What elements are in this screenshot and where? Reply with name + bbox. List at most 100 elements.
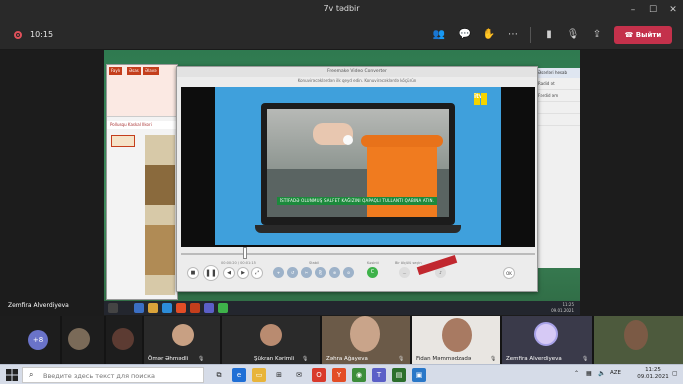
- shared-clock: 11:25 09.01.2021: [551, 302, 574, 314]
- ppt-tab-file[interactable]: Faylı: [109, 67, 122, 75]
- mic-off-icon: 🎙: [302, 356, 309, 362]
- taskbar-app-icon[interactable]: [134, 303, 144, 313]
- right-panel-row[interactable]: [535, 102, 580, 114]
- right-panel-row[interactable]: [535, 114, 580, 126]
- trash-bin-image: [361, 135, 443, 217]
- taskbar-app-icon[interactable]: [162, 303, 172, 313]
- minimize-icon[interactable]: –: [626, 3, 640, 17]
- chat-icon[interactable]: 💬: [458, 28, 472, 42]
- leave-button[interactable]: ☎ Выйти: [614, 26, 672, 44]
- network-icon[interactable]: ▦: [586, 370, 592, 377]
- scrubber-handle[interactable]: [243, 247, 247, 259]
- app-icon[interactable]: ▤: [392, 368, 406, 382]
- overflow-count[interactable]: +8: [28, 330, 48, 350]
- taskbar-app-icon[interactable]: [190, 303, 200, 313]
- task-view-icon[interactable]: ⧉: [212, 368, 226, 382]
- mic-off-icon: 🎙: [198, 356, 205, 362]
- format-select-icon[interactable]: …: [399, 267, 410, 278]
- ppt-tab-home[interactable]: Əsas: [127, 67, 141, 75]
- powerpoint-window: Faylı Əsas Əlavə Pollusqu Kaskal Ilkori: [106, 64, 178, 300]
- teams-icon[interactable]: T: [372, 368, 386, 382]
- video-feed: [624, 320, 648, 350]
- chrome-icon[interactable]: ◉: [352, 368, 366, 382]
- file-explorer-icon[interactable]: ▭: [252, 368, 266, 382]
- ok-button[interactable]: OK: [503, 267, 515, 279]
- presenter-name: Zemfira Alverdiyeva: [8, 302, 69, 309]
- participants-icon[interactable]: 👥: [432, 28, 446, 42]
- convert-icon[interactable]: C: [367, 267, 378, 278]
- camera-icon[interactable]: ▮: [542, 28, 556, 42]
- ppt-tab-insert[interactable]: Əlavə: [143, 67, 159, 75]
- avatar: [534, 322, 558, 346]
- edit-tool-icon[interactable]: ⊘: [343, 267, 354, 278]
- volume-icon[interactable]: 🔈: [598, 370, 605, 377]
- title-bar: 7v tədbir – ☐ ✕: [0, 0, 683, 20]
- app-icon[interactable]: ▣: [412, 368, 426, 382]
- converter-subtitle: Konuvirəcəklərdən ilk qeyd edin. Konuvir…: [297, 78, 417, 83]
- right-side-panel: Əsərləri hesab Radid ət Fərdid əm: [534, 68, 580, 268]
- fullscreen-icon[interactable]: ⤢: [251, 267, 263, 279]
- stop-icon[interactable]: ■: [187, 267, 199, 279]
- close-icon[interactable]: ✕: [666, 3, 680, 17]
- ppt-ribbon: Faylı Əsas Əlavə: [107, 65, 177, 117]
- edit-tool-icon[interactable]: ⌖: [273, 267, 284, 278]
- taskbar-app-icon[interactable]: [176, 303, 186, 313]
- taskbar-app-icon[interactable]: [148, 303, 158, 313]
- overflow-tile[interactable]: +8: [0, 316, 60, 364]
- windows-start-icon[interactable]: [6, 369, 18, 381]
- start-icon[interactable]: [108, 303, 118, 313]
- share-icon[interactable]: ⇪: [590, 28, 604, 42]
- search-input[interactable]: [43, 370, 201, 381]
- clock-date: 09.01.2021: [637, 374, 669, 380]
- right-panel-row[interactable]: Radid ət: [535, 78, 580, 90]
- channel-logo: itv: [473, 93, 495, 109]
- pause-button[interactable]: ❚❚: [203, 265, 219, 281]
- maximize-icon[interactable]: ☐: [646, 3, 660, 17]
- participant-tile[interactable]: [106, 316, 142, 364]
- self-video-tile[interactable]: [594, 316, 683, 364]
- tray-chevron-icon[interactable]: ⌃: [574, 370, 579, 377]
- laptop-base: [255, 225, 461, 233]
- video-preview[interactable]: İSTİFADƏ OLUNMUŞ SALFET KAĞIZINI QAPAQLI…: [181, 87, 535, 247]
- clock-time: 11:25: [645, 367, 661, 373]
- edit-tool-icon[interactable]: ⊕: [329, 267, 340, 278]
- taskbar-app-icon[interactable]: [218, 303, 228, 313]
- participant-video-tile[interactable]: Zəhra Ağayeva 🎙: [322, 316, 410, 364]
- right-panel-header: Əsərləri hesab: [535, 68, 580, 78]
- participant-tile-active[interactable]: Zemfira Alverdiyeva 🎙: [502, 316, 592, 364]
- meeting-toolbar: 10:15 👥 💬 ✋ ⋯ ▮ 🎙 ⇪ ☎ Выйти: [0, 20, 683, 50]
- channel-logo-bar: [481, 93, 487, 105]
- mic-icon[interactable]: 🎙: [566, 28, 580, 42]
- right-panel-row[interactable]: Fərdid əm: [535, 90, 580, 102]
- yandex-icon[interactable]: Y: [332, 368, 346, 382]
- next-frame-icon[interactable]: ▶: [237, 267, 249, 279]
- taskbar-app-icon[interactable]: [204, 303, 214, 313]
- edge-icon[interactable]: e: [232, 368, 246, 382]
- video-caption: İSTİFADƏ OLUNMUŞ SALFET KAĞIZINI QAPAQLI…: [277, 197, 437, 205]
- participant-video-tile[interactable]: Fidan Məmmədzadə 🎙: [412, 316, 500, 364]
- paper-tissue-image: [343, 135, 353, 145]
- participant-tile[interactable]: Şükran Kərimli 🎙: [222, 316, 320, 364]
- raise-hand-icon[interactable]: ✋: [482, 28, 496, 42]
- participant-tile[interactable]: Ömər Əhmədli 🎙: [144, 316, 220, 364]
- notifications-icon[interactable]: ▢: [672, 370, 678, 377]
- mail-icon[interactable]: ✉: [292, 368, 306, 382]
- edit-tool-icon[interactable]: ✂: [301, 267, 312, 278]
- language-indicator[interactable]: AZE: [610, 370, 621, 376]
- taskbar-clock[interactable]: 11:25 09.01.2021: [636, 367, 670, 381]
- player-controls: ■ ❚❚ ◀ ▶ ⤢ 00:00:20 / 00:01:15 Stabil ⌖ …: [181, 255, 535, 287]
- opera-icon[interactable]: O: [312, 368, 326, 382]
- mic-off-icon: 🎙: [398, 356, 405, 362]
- ppt-slide-thumbnail[interactable]: [111, 135, 135, 147]
- edit-tool-icon[interactable]: ↺: [287, 267, 298, 278]
- taskbar-search[interactable]: ⌕: [22, 367, 204, 383]
- prev-frame-icon[interactable]: ◀: [223, 267, 235, 279]
- participant-tile[interactable]: [62, 316, 104, 364]
- edit-tool-icon[interactable]: ⎘: [315, 267, 326, 278]
- laptop-illustration: İSTİFADƏ OLUNMUŞ SALFET KAĞIZINI QAPAQLI…: [261, 103, 455, 225]
- video-scrubber[interactable]: [181, 253, 535, 255]
- leave-label: Выйти: [635, 31, 662, 39]
- store-icon[interactable]: ⊞: [272, 368, 286, 382]
- video-converter-window: Freemake Video Converter Konuvirəcəklərd…: [176, 66, 538, 292]
- more-icon[interactable]: ⋯: [506, 28, 520, 42]
